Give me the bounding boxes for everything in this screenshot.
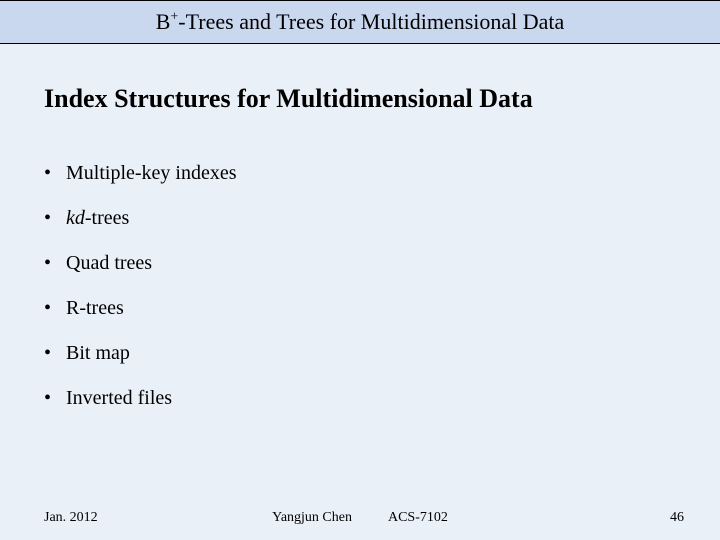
item-label: Bit map bbox=[66, 342, 130, 364]
slide-title: B+-Trees and Trees for Multidimensional … bbox=[156, 9, 565, 35]
title-rest: -Trees and Trees for Multidimensional Da… bbox=[178, 9, 564, 34]
title-bar: B+-Trees and Trees for Multidimensional … bbox=[0, 0, 720, 44]
footer: Jan. 2012 Yangjun Chen ACS-7102 46 bbox=[0, 510, 720, 526]
item-label: Inverted files bbox=[66, 387, 172, 409]
item-label: Multiple-key indexes bbox=[66, 162, 237, 184]
slide-body: Index Structures for Multidimensional Da… bbox=[0, 44, 720, 410]
bullet-list: Multiple-key indexes kd-trees Quad trees… bbox=[44, 162, 676, 410]
list-item: Multiple-key indexes bbox=[44, 162, 676, 185]
list-item: R-trees bbox=[44, 297, 676, 320]
list-item: kd-trees bbox=[44, 207, 676, 230]
footer-author: Yangjun Chen bbox=[272, 510, 352, 526]
list-item: Quad trees bbox=[44, 252, 676, 275]
list-item: Bit map bbox=[44, 342, 676, 365]
slide: B+-Trees and Trees for Multidimensional … bbox=[0, 0, 720, 540]
footer-center: Yangjun Chen ACS-7102 bbox=[272, 510, 448, 526]
item-label: -trees bbox=[85, 207, 129, 229]
footer-page: 46 bbox=[670, 510, 684, 526]
list-item: Inverted files bbox=[44, 387, 676, 410]
section-heading: Index Structures for Multidimensional Da… bbox=[44, 84, 676, 114]
title-prefix: B bbox=[156, 9, 171, 34]
item-italic: kd bbox=[66, 207, 85, 229]
item-label: Quad trees bbox=[66, 252, 152, 274]
footer-course: ACS-7102 bbox=[388, 510, 448, 526]
item-label: R-trees bbox=[66, 297, 124, 319]
footer-date: Jan. 2012 bbox=[44, 510, 98, 526]
